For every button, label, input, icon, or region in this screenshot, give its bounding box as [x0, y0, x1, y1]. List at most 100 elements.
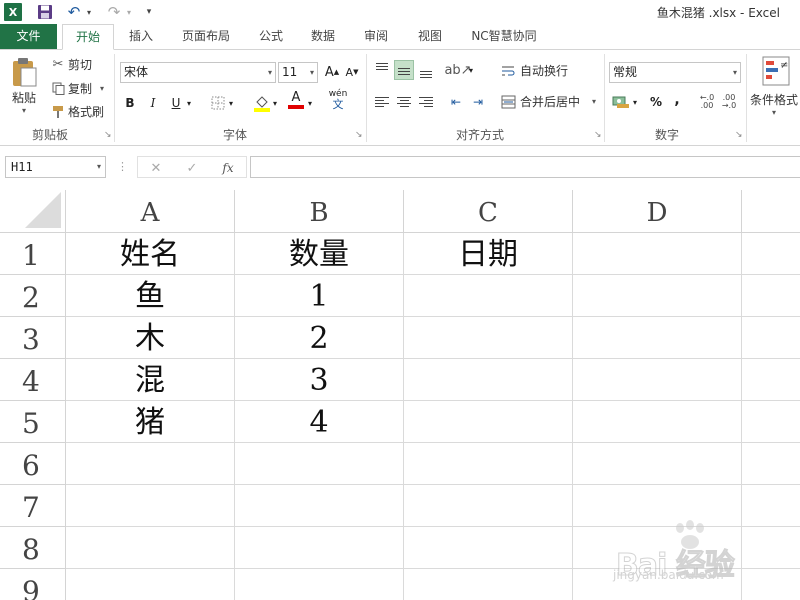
cell-e7[interactable] — [742, 485, 800, 527]
border-dropdown-icon[interactable]: ▾ — [226, 93, 236, 113]
tab-insert[interactable]: 插入 — [116, 24, 166, 49]
cell-e4[interactable] — [742, 359, 800, 401]
cell-b8[interactable] — [235, 527, 404, 569]
font-name-select[interactable]: 宋体 ▾ — [120, 62, 276, 83]
cell-d7[interactable] — [573, 485, 742, 527]
merge-center-button[interactable]: 合并后居中 ▾ — [500, 93, 596, 110]
font-color-dropdown-icon[interactable]: ▾ — [305, 93, 315, 113]
cell-a5[interactable]: 猪 — [66, 401, 235, 443]
shrink-font-button[interactable]: A ▼ — [342, 62, 362, 82]
cell-a4[interactable]: 混 — [66, 359, 235, 401]
cell-c3[interactable] — [404, 317, 573, 359]
cell-e9[interactable] — [742, 569, 800, 600]
tab-data[interactable]: 数据 — [300, 24, 346, 49]
phonetic-button[interactable]: wén 文 — [328, 89, 348, 111]
column-header-b[interactable]: B — [235, 190, 404, 233]
save-icon[interactable] — [36, 2, 54, 22]
increase-indent-button[interactable]: ⇥ — [468, 92, 488, 112]
underline-dropdown-icon[interactable]: ▾ — [184, 93, 194, 113]
cell-c7[interactable] — [404, 485, 573, 527]
cell-c8[interactable] — [404, 527, 573, 569]
cell-a9[interactable] — [66, 569, 235, 600]
percent-style-button[interactable]: % — [646, 92, 666, 112]
cell-e3[interactable] — [742, 317, 800, 359]
cell-b3[interactable]: 2 — [235, 317, 404, 359]
clipboard-launcher-icon[interactable]: ↘ — [104, 130, 112, 140]
tab-review[interactable]: 审阅 — [352, 24, 400, 49]
cell-d6[interactable] — [573, 443, 742, 485]
orientation-button[interactable]: ab↗ — [444, 60, 471, 80]
row-header-7[interactable]: 7 — [0, 485, 66, 527]
italic-button[interactable]: I — [143, 93, 163, 113]
tab-page-layout[interactable]: 页面布局 — [170, 24, 242, 49]
decrease-indent-button[interactable]: ⇤ — [446, 92, 466, 112]
align-right-button[interactable] — [416, 92, 436, 112]
cell-c4[interactable] — [404, 359, 573, 401]
customize-qat-icon[interactable]: ▾ — [142, 2, 156, 22]
row-header-8[interactable]: 8 — [0, 527, 66, 569]
cell-b2[interactable]: 1 — [235, 275, 404, 317]
align-bottom-button[interactable] — [416, 60, 436, 80]
grow-font-button[interactable]: A ▲ — [322, 62, 342, 82]
fill-color-dropdown-icon[interactable]: ▾ — [270, 93, 280, 113]
align-top-button[interactable] — [372, 60, 392, 80]
cell-c9[interactable] — [404, 569, 573, 600]
cell-d4[interactable] — [573, 359, 742, 401]
bold-button[interactable]: B — [120, 93, 140, 113]
cell-a3[interactable]: 木 — [66, 317, 235, 359]
cell-e5[interactable] — [742, 401, 800, 443]
cell-c2[interactable] — [404, 275, 573, 317]
decrease-decimal-button[interactable]: .00 →.0 — [719, 92, 739, 112]
insert-function-button[interactable]: fx — [216, 159, 240, 177]
cell-a8[interactable] — [66, 527, 235, 569]
cell-a1[interactable]: 姓名 — [66, 233, 235, 275]
font-size-select[interactable]: 11 ▾ — [278, 62, 318, 83]
redo-dropdown-icon[interactable]: ▾ — [124, 2, 134, 22]
paste-button[interactable]: 粘贴 ▾ — [6, 56, 42, 126]
column-header-d[interactable]: D — [573, 190, 742, 233]
cell-c1[interactable]: 日期 — [404, 233, 573, 275]
cell-b1[interactable]: 数量 — [235, 233, 404, 275]
resize-handle-icon[interactable]: ⋮ — [117, 160, 128, 173]
number-launcher-icon[interactable]: ↘ — [735, 130, 743, 140]
row-header-1[interactable]: 1 — [0, 233, 66, 275]
cell-e2[interactable] — [742, 275, 800, 317]
cell-c6[interactable] — [404, 443, 573, 485]
font-launcher-icon[interactable]: ↘ — [355, 130, 363, 140]
row-header-2[interactable]: 2 — [0, 275, 66, 317]
cell-a6[interactable] — [66, 443, 235, 485]
align-center-button[interactable] — [394, 92, 414, 112]
undo-dropdown-icon[interactable]: ▾ — [84, 2, 94, 22]
cell-c5[interactable] — [404, 401, 573, 443]
name-box[interactable]: H11 ▾ — [5, 156, 106, 178]
row-header-3[interactable]: 3 — [0, 317, 66, 359]
copy-button[interactable]: 复制 ▾ — [50, 80, 104, 97]
align-left-button[interactable] — [372, 92, 392, 112]
cell-e8[interactable] — [742, 527, 800, 569]
accounting-format-button[interactable] — [611, 92, 631, 112]
accounting-dropdown-icon[interactable]: ▾ — [630, 92, 640, 112]
cell-d8[interactable] — [573, 527, 742, 569]
format-painter-button[interactable]: 格式刷 — [50, 103, 104, 120]
tab-nc-collab[interactable]: NC智慧协同 — [462, 24, 546, 49]
enter-button[interactable]: ✓ — [180, 159, 204, 177]
cell-a7[interactable] — [66, 485, 235, 527]
cell-d3[interactable] — [573, 317, 742, 359]
increase-decimal-button[interactable]: ←.0.00 — [697, 92, 717, 112]
alignment-launcher-icon[interactable]: ↘ — [594, 130, 602, 140]
cell-b4[interactable]: 3 — [235, 359, 404, 401]
formula-input[interactable] — [250, 156, 800, 178]
cell-e1[interactable] — [742, 233, 800, 275]
cell-a2[interactable]: 鱼 — [66, 275, 235, 317]
cell-d1[interactable] — [573, 233, 742, 275]
row-header-6[interactable]: 6 — [0, 443, 66, 485]
cut-button[interactable]: ✂ 剪切 — [50, 56, 92, 73]
row-header-4[interactable]: 4 — [0, 359, 66, 401]
cell-e6[interactable] — [742, 443, 800, 485]
select-all-button[interactable] — [0, 190, 66, 233]
tab-view[interactable]: 视图 — [406, 24, 454, 49]
cell-d2[interactable] — [573, 275, 742, 317]
font-color-button[interactable]: A — [286, 90, 306, 110]
cell-b6[interactable] — [235, 443, 404, 485]
row-header-9[interactable]: 9 — [0, 569, 66, 600]
